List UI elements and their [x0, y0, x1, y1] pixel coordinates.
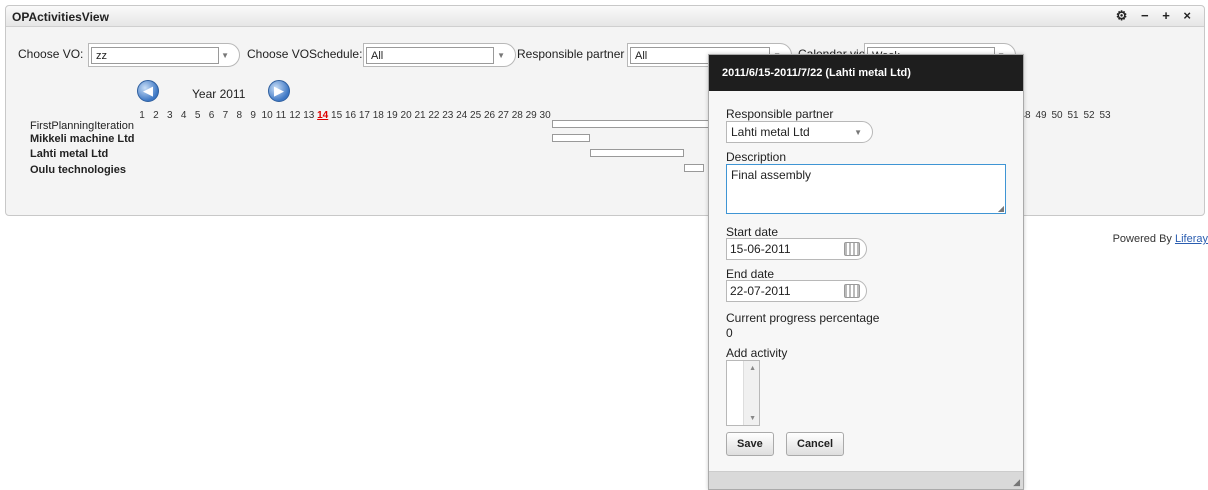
- week-number: 12: [289, 110, 301, 121]
- week-number: 11: [275, 110, 287, 121]
- week-number: 26: [483, 110, 496, 121]
- partner-field-select[interactable]: Lahti metal Ltd ▼: [726, 121, 873, 143]
- schedule-label: Choose VOSchedule:: [247, 47, 363, 61]
- week-number: 29: [525, 110, 537, 121]
- add-activity-label: Add activity: [726, 346, 788, 360]
- week-number: 9: [250, 110, 256, 121]
- gantt-bar-lahti[interactable]: [590, 149, 684, 157]
- week-number: 13: [303, 110, 315, 121]
- week-number: 30: [539, 110, 551, 121]
- week-current: 14: [317, 110, 329, 121]
- previous-year-button[interactable]: ◀: [137, 80, 159, 102]
- filter-bar: Choose VO: zz ▼ Choose VOSchedule: All ▼…: [18, 43, 1204, 67]
- start-date-input[interactable]: 15-06-2011: [726, 238, 867, 260]
- minimize-icon[interactable]: −: [1141, 8, 1152, 23]
- week-number: 21: [414, 110, 426, 121]
- week-number: 18: [372, 110, 384, 121]
- week-number: 6: [208, 110, 215, 121]
- portlet-title: OPActivitiesView: [12, 10, 109, 24]
- week-number: 16: [344, 110, 357, 121]
- week-number: 4: [180, 110, 187, 121]
- resize-grip-icon[interactable]: ◢: [998, 204, 1004, 213]
- next-year-button[interactable]: ▶: [268, 80, 290, 102]
- vo-label: Choose VO:: [18, 47, 84, 61]
- week-number: 23: [442, 110, 454, 121]
- week-number: 51: [1067, 110, 1079, 121]
- dialog-title: 2011/6/15-2011/7/22 (Lahti metal Ltd): [709, 55, 1023, 91]
- progress-label: Current progress percentage: [726, 311, 880, 325]
- description-value: Final assembly: [731, 168, 812, 182]
- start-date-label: Start date: [726, 225, 779, 239]
- gantt-bar-first-planning[interactable]: [552, 120, 712, 128]
- week-number: 50: [1051, 110, 1063, 121]
- end-date-input[interactable]: 22-07-2011: [726, 280, 867, 302]
- chevron-down-icon: ▼: [854, 128, 862, 137]
- week-number: 7: [222, 110, 229, 121]
- partner-field-label: Responsible partner: [726, 107, 834, 121]
- chevron-down-icon: ▼: [221, 51, 229, 60]
- dialog-footer: ◢: [709, 471, 1023, 489]
- week-number: 52: [1083, 110, 1095, 121]
- add-activity-list[interactable]: ▲ ▼: [726, 360, 760, 426]
- week-number: 19: [386, 110, 398, 121]
- row-label-mikkeli: Mikkeli machine Ltd: [30, 133, 135, 145]
- week-number: 25: [470, 110, 482, 121]
- arrow-right-icon: ▶: [274, 83, 284, 98]
- gantt-bar-oulu[interactable]: [684, 164, 704, 172]
- week-number: 10: [261, 110, 273, 121]
- partner-field-value: Lahti metal Ltd: [731, 125, 810, 139]
- week-number: 5: [194, 110, 201, 121]
- end-date-value: 22-07-2011: [730, 284, 791, 298]
- arrow-left-icon: ◀: [143, 83, 153, 98]
- liferay-link[interactable]: Liferay: [1175, 233, 1208, 245]
- portlet-controls: ⚙ − + ×: [1112, 8, 1194, 24]
- week-number: 1: [139, 110, 145, 121]
- footer-prefix: Powered By: [1112, 233, 1175, 245]
- portlet: OPActivitiesView ⚙ − + × Choose VO: zz ▼…: [5, 5, 1205, 216]
- end-date-label: End date: [726, 267, 775, 281]
- vo-select[interactable]: zz ▼: [88, 43, 240, 67]
- maximize-icon[interactable]: +: [1162, 8, 1173, 23]
- schedule-select-value: All: [366, 47, 494, 64]
- portlet-header: OPActivitiesView ⚙ − + ×: [6, 6, 1204, 27]
- week-number: 2: [153, 110, 159, 121]
- close-icon[interactable]: ×: [1183, 8, 1194, 23]
- week-number: 3: [167, 110, 173, 121]
- row-label-oulu: Oulu technologies: [30, 164, 126, 176]
- start-date-value: 15-06-2011: [730, 242, 791, 256]
- week-number: 15: [331, 110, 343, 121]
- week-number: 28: [511, 110, 523, 121]
- description-label: Description: [726, 150, 787, 164]
- year-label: Year 2011: [192, 87, 246, 101]
- row-label-first-planning: FirstPlanningIteration: [30, 120, 134, 132]
- description-textarea[interactable]: Final assembly ◢: [726, 164, 1006, 214]
- week-number: 49: [1035, 110, 1047, 121]
- partner-label: Responsible partner: [517, 47, 625, 61]
- scrollbar[interactable]: ▲ ▼: [743, 361, 759, 425]
- progress-value: 0: [726, 326, 733, 340]
- config-icon[interactable]: ⚙: [1116, 8, 1131, 24]
- schedule-select[interactable]: All ▼: [363, 43, 516, 67]
- cancel-button[interactable]: Cancel: [786, 432, 845, 456]
- week-number: 24: [456, 110, 468, 121]
- scroll-up-icon[interactable]: ▲: [749, 365, 756, 372]
- week-number: 8: [236, 110, 243, 121]
- save-button[interactable]: Save: [726, 432, 774, 456]
- week-number: 27: [497, 110, 509, 121]
- chevron-down-icon: ▼: [497, 51, 505, 60]
- scroll-down-icon[interactable]: ▼: [749, 415, 756, 422]
- calendar-icon[interactable]: [844, 242, 860, 256]
- row-label-lahti: Lahti metal Ltd: [30, 148, 109, 160]
- week-number: 20: [400, 110, 412, 121]
- resize-handle-icon[interactable]: ◢: [1013, 477, 1020, 488]
- vo-select-value: zz: [91, 47, 219, 64]
- week-number: 53: [1099, 110, 1111, 121]
- week-number: 22: [428, 110, 440, 121]
- gantt-bar-mikkeli[interactable]: [552, 134, 590, 142]
- calendar-icon[interactable]: [844, 284, 860, 298]
- footer: Powered By Liferay: [1113, 233, 1208, 245]
- edit-activity-dialog: 2011/6/15-2011/7/22 (Lahti metal Ltd) Re…: [708, 54, 1024, 490]
- week-number: 17: [358, 110, 370, 121]
